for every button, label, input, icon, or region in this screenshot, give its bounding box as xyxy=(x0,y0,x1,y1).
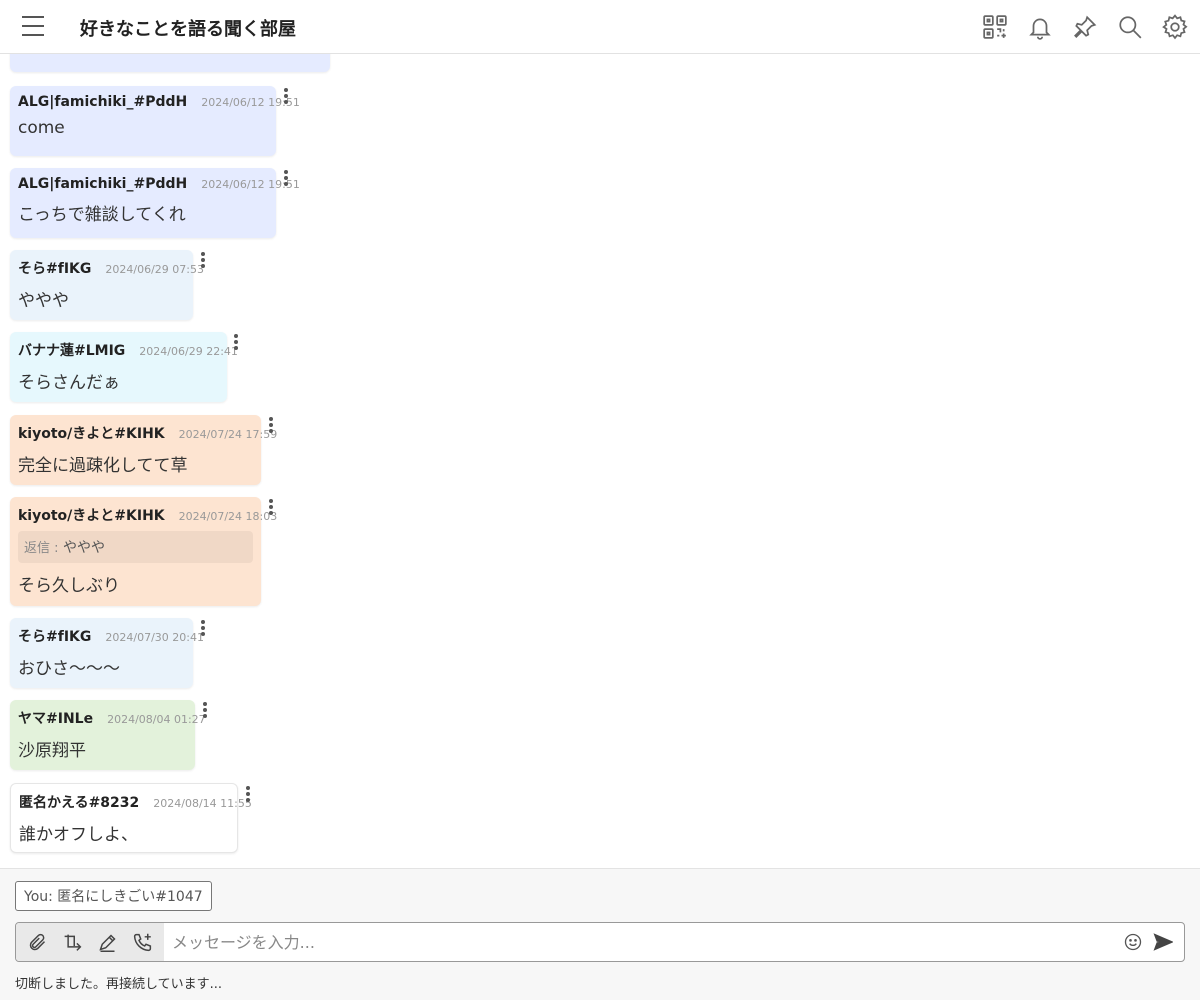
more-options-icon[interactable] xyxy=(199,620,207,638)
message-text: 沙原翔平 xyxy=(18,741,86,761)
attach-icon[interactable] xyxy=(20,923,55,961)
message: バナナ蓮#LMIG 2024/06/29 22:41 そらさんだぁ xyxy=(10,332,238,402)
message: ALG|famichiki_#PddH 2024/06/12 19:51 こっちで… xyxy=(10,168,300,238)
header-actions xyxy=(980,12,1190,42)
message-author[interactable]: kiyoto/きよと#KIHK xyxy=(18,423,165,443)
message-time: 2024/06/29 07:53 xyxy=(105,263,204,276)
more-options-icon[interactable] xyxy=(201,702,209,720)
message-text: 完全に過疎化してて草 xyxy=(18,456,188,476)
message: そら#fIKG 2024/06/29 07:53 ややや xyxy=(10,250,205,320)
message-input[interactable] xyxy=(164,923,1118,961)
emoji-icon[interactable] xyxy=(1118,923,1148,961)
message: kiyoto/きよと#KIHK 2024/07/24 18:03 返信 : ややや… xyxy=(10,497,277,606)
search-icon[interactable] xyxy=(1115,12,1145,42)
message-author[interactable]: kiyoto/きよと#KIHK xyxy=(18,505,165,525)
message-time: 2024/07/24 18:03 xyxy=(178,510,278,523)
message-time: 2024/07/24 17:59 xyxy=(178,428,278,441)
crop-icon[interactable] xyxy=(55,923,90,961)
more-options-icon[interactable] xyxy=(199,252,207,270)
message-text: ややや xyxy=(18,291,69,311)
connection-status: 切断しました。再接続しています... xyxy=(15,977,223,992)
message-author[interactable]: バナナ蓮#LMIG xyxy=(18,340,125,360)
message-text: そら久しぶり xyxy=(18,576,120,596)
add-call-icon[interactable] xyxy=(125,923,160,961)
message: kiyoto/きよと#KIHK 2024/07/24 17:59 完全に過疎化して… xyxy=(10,415,277,485)
message-time: 2024/07/30 20:41 xyxy=(105,631,204,644)
message-author[interactable]: ALG|famichiki_#PddH xyxy=(18,94,187,110)
gear-icon[interactable] xyxy=(1160,12,1190,42)
composer-tools xyxy=(16,923,164,961)
message-input-bar xyxy=(15,922,1185,962)
message-author[interactable]: ALG|famichiki_#PddH xyxy=(18,176,187,192)
message: ヤマ#INLe 2024/08/04 01:27 沙原翔平 xyxy=(10,700,207,770)
message-text: come xyxy=(18,118,65,138)
message-text: おひさ〜〜〜 xyxy=(18,659,120,679)
menu-icon[interactable] xyxy=(22,16,44,36)
message: そら#fIKG 2024/07/30 20:41 おひさ〜〜〜 xyxy=(10,618,205,688)
message-time: 2024/08/14 11:55 xyxy=(153,797,252,810)
send-icon[interactable] xyxy=(1148,923,1178,961)
message-author[interactable]: 匿名かえる#8232 xyxy=(19,792,139,812)
message-author[interactable]: ヤマ#INLe xyxy=(18,708,93,728)
reply-text: ややや xyxy=(62,540,105,556)
reply-label: 返信 : xyxy=(24,541,59,556)
bell-icon[interactable] xyxy=(1025,12,1055,42)
message-partial xyxy=(10,54,330,72)
message-time: 2024/06/29 22:41 xyxy=(139,345,238,358)
app-header: 好きなことを語る聞く部屋 xyxy=(0,0,1200,54)
current-user-badge[interactable]: You: 匿名にしきごい#1047 xyxy=(15,881,212,911)
pin-icon[interactable] xyxy=(1070,12,1100,42)
qr-code-icon[interactable] xyxy=(980,12,1010,42)
composer: You: 匿名にしきごい#1047 切断しました。再接続しています... xyxy=(0,868,1200,1000)
more-options-icon[interactable] xyxy=(282,170,290,188)
message-author[interactable]: そら#fIKG xyxy=(18,258,91,278)
message: 匿名かえる#8232 2024/08/14 11:55 誰かオフしよ、 xyxy=(10,783,252,853)
message-author[interactable]: そら#fIKG xyxy=(18,626,91,646)
message-text: そらさんだぁ xyxy=(18,373,120,393)
message-text: こっちで雑談してくれ xyxy=(18,205,186,225)
room-title: 好きなことを語る聞く部屋 xyxy=(80,19,296,40)
more-options-icon[interactable] xyxy=(267,499,275,517)
reply-quote[interactable]: 返信 : ややや xyxy=(18,531,253,563)
more-options-icon[interactable] xyxy=(232,334,240,352)
more-options-icon[interactable] xyxy=(267,417,275,435)
more-options-icon[interactable] xyxy=(244,786,252,804)
message-time: 2024/08/04 01:27 xyxy=(107,713,206,726)
draw-icon[interactable] xyxy=(90,923,125,961)
message-list[interactable]: ALG|famichiki_#PddH 2024/06/12 19:51 come… xyxy=(0,54,1200,868)
more-options-icon[interactable] xyxy=(282,88,290,106)
message-text: 誰かオフしよ、 xyxy=(19,825,138,845)
message: ALG|famichiki_#PddH 2024/06/12 19:51 come xyxy=(10,86,300,156)
